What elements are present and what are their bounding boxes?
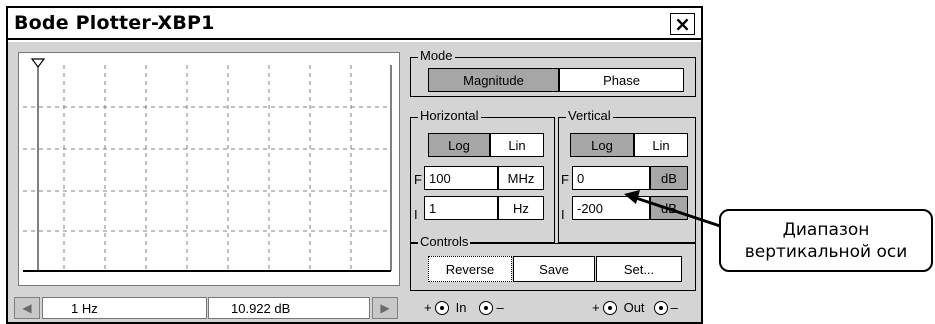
callout-line-2: вертикальной оси <box>744 241 908 262</box>
annotation-arrow <box>624 190 721 228</box>
callout-line-1: Диапазон <box>782 219 870 240</box>
annotation-callout: Диапазон вертикальной оси <box>719 209 933 272</box>
